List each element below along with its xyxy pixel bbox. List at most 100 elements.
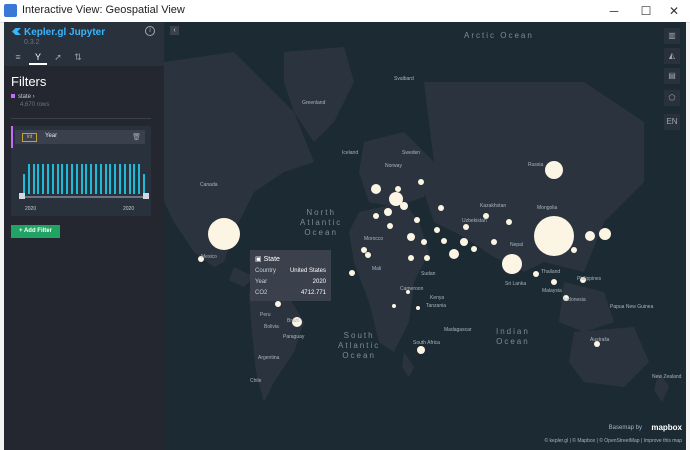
co2-bubble[interactable] [387, 223, 393, 229]
co2-bubble[interactable] [373, 213, 379, 219]
trash-icon[interactable]: 🗑 [132, 133, 141, 141]
filter-header: int Year 🗑 [15, 130, 145, 144]
country-label: Malaysia [542, 288, 562, 294]
histogram-bar [99, 164, 102, 194]
interactions-tab-icon[interactable]: ➚ [49, 49, 67, 65]
draw-polygon-icon[interactable]: ⬠ [664, 90, 680, 106]
co2-bubble[interactable] [417, 346, 425, 354]
co2-bubble[interactable] [418, 179, 424, 185]
basemap [164, 47, 669, 402]
filter-tab-icon[interactable]: Y [29, 49, 47, 65]
country-label: Iceland [342, 150, 359, 156]
asia-land [424, 82, 644, 272]
country-label: Canada [200, 182, 218, 188]
collapse-sidebar-button[interactable]: ‹ [170, 26, 179, 35]
co2-bubble[interactable] [392, 304, 396, 308]
country-label: Mongolia [537, 205, 558, 211]
map-attribution[interactable]: © kepler.gl | © Mapbox | © OpenStreetMap… [544, 438, 682, 444]
legend-icon[interactable]: ▤ [664, 68, 680, 84]
co2-bubble[interactable] [365, 252, 371, 258]
co2-bubble[interactable] [502, 254, 522, 274]
histogram-bar [123, 164, 126, 194]
co2-bubble[interactable] [395, 186, 401, 192]
co2-bubble[interactable] [545, 161, 563, 179]
co2-bubble[interactable] [471, 246, 477, 252]
add-filter-button[interactable]: + Add Filter [11, 225, 60, 238]
minimize-button[interactable]: ─ [600, 2, 628, 20]
co2-bubble[interactable] [534, 216, 574, 256]
locale-button[interactable]: EN [664, 114, 680, 130]
co2-bubble[interactable] [463, 224, 469, 230]
co2-bubble[interactable] [421, 239, 427, 245]
country-label: Madagascar [444, 327, 472, 333]
co2-bubble[interactable] [400, 202, 408, 210]
co2-bubble[interactable] [438, 205, 444, 211]
co2-bubble[interactable] [441, 238, 447, 244]
histogram-bar [37, 164, 40, 194]
country-label: Sudan [421, 271, 436, 277]
co2-bubble[interactable] [491, 239, 497, 245]
histogram-bar [66, 164, 69, 194]
co2-bubble[interactable] [551, 279, 557, 285]
histogram-bar [75, 164, 78, 194]
tooltip-key: CO2 [255, 290, 268, 296]
field-type-tag: int [22, 133, 38, 142]
co2-bubble[interactable] [585, 231, 595, 241]
maximize-button[interactable]: ☐ [632, 2, 660, 20]
co2-bubble[interactable] [408, 255, 414, 261]
basemap-tab-icon[interactable]: ⇅ [69, 49, 87, 65]
divider [11, 118, 151, 119]
australia-land [569, 327, 649, 387]
co2-bubble[interactable] [449, 249, 459, 259]
app-icon [4, 4, 17, 17]
country-label: Indonesia [564, 297, 586, 303]
country-label: Uzbekistan [462, 218, 487, 224]
histogram-bar [61, 164, 64, 194]
co2-bubble[interactable] [416, 306, 420, 310]
country-label: Chile [250, 378, 262, 384]
histogram-bar [109, 164, 112, 194]
co2-bubble[interactable] [533, 271, 539, 277]
range-handle-min[interactable] [19, 193, 25, 199]
co2-bubble[interactable] [460, 238, 468, 246]
co2-bubble[interactable] [407, 233, 415, 241]
3d-map-icon[interactable]: ◭ [664, 48, 680, 64]
country-label: New Zealand [652, 374, 682, 380]
co2-bubble[interactable] [571, 247, 577, 253]
hover-tooltip: ▣ State Country United States Year 2020 … [250, 250, 331, 301]
layers-control-icon[interactable]: ▥ [664, 28, 680, 44]
brand: Kepler.gl Jupyter [12, 27, 105, 38]
tooltip-key: Country [255, 268, 277, 274]
histogram-bar [56, 164, 59, 194]
co2-bubble[interactable] [424, 255, 430, 261]
filter-field-select[interactable]: Year [45, 133, 57, 139]
country-label: Tanzania [426, 303, 447, 309]
co2-bubble[interactable] [371, 184, 381, 194]
range-handle-max[interactable] [143, 193, 149, 199]
co2-bubble[interactable] [414, 217, 420, 223]
layers-tab-icon[interactable]: ≡ [9, 49, 27, 65]
country-label: Philippines [577, 276, 602, 282]
co2-bubble[interactable] [599, 228, 611, 240]
co2-bubble[interactable] [361, 247, 367, 253]
country-label: Greenland [302, 100, 326, 106]
range-slider-track[interactable] [21, 196, 147, 198]
country-label: Svalbard [394, 76, 414, 82]
side-panel: Kepler.gl Jupyter 0.3.2 i ≡ Y ➚ ⇅ Filter… [4, 22, 164, 450]
co2-bubble[interactable] [506, 219, 512, 225]
co2-bubble[interactable] [434, 227, 440, 233]
madagascar-land [402, 352, 414, 377]
co2-bubble[interactable] [384, 208, 392, 216]
co2-bubble[interactable] [349, 270, 355, 276]
range-max-input[interactable]: 2020 [123, 206, 134, 212]
co2-bubble[interactable] [275, 301, 281, 307]
histogram-bar [85, 164, 88, 194]
dataset-item[interactable]: state › [11, 94, 35, 100]
map-canvas[interactable]: ‹ ▥ ◭ ▤ ⬠ EN Arctic Ocean North Atlantic… [164, 22, 686, 450]
histogram-bar [128, 164, 131, 194]
co2-bubble[interactable] [208, 218, 240, 250]
close-button[interactable]: ✕ [660, 2, 688, 20]
tooltip-value: 2020 [312, 279, 326, 285]
info-icon[interactable]: i [145, 26, 155, 36]
range-min-input[interactable]: 2020 [25, 206, 36, 212]
